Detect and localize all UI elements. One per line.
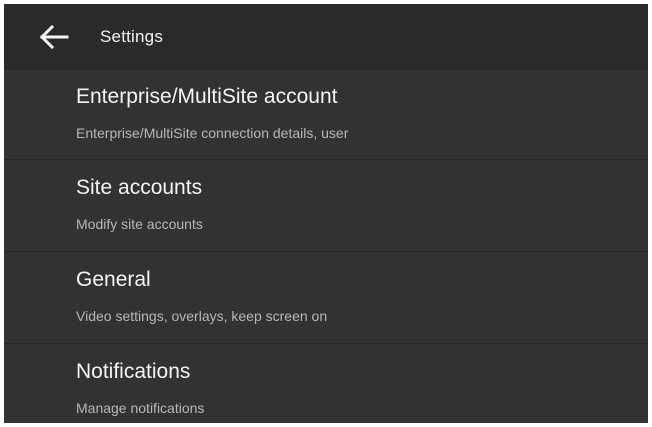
- settings-item-notifications[interactable]: Notifications Manage notifications: [4, 344, 648, 423]
- settings-item-title: Enterprise/MultiSite account: [76, 84, 338, 108]
- settings-item-title: Site accounts: [76, 175, 203, 199]
- app-bar: Settings: [4, 4, 648, 70]
- settings-item-general[interactable]: General Video settings, overlays, keep s…: [4, 252, 648, 344]
- settings-item-subtitle: Manage notifications: [76, 399, 205, 416]
- arrow-left-icon: [39, 24, 69, 50]
- settings-item-title: Notifications: [76, 359, 191, 383]
- settings-item-subtitle: Modify site accounts: [76, 215, 203, 232]
- settings-item-enterprise-account[interactable]: Enterprise/MultiSite account Enterprise/…: [4, 70, 648, 160]
- settings-item-site-accounts[interactable]: Site accounts Modify site accounts: [4, 160, 648, 252]
- back-button[interactable]: [34, 17, 74, 57]
- settings-screen: Settings Enterprise/MultiSite account En…: [4, 4, 648, 423]
- page-title: Settings: [100, 27, 164, 46]
- settings-item-subtitle: Enterprise/MultiSite connection details,…: [76, 124, 349, 141]
- settings-item-subtitle: Video settings, overlays, keep screen on: [76, 307, 328, 324]
- settings-list: Enterprise/MultiSite account Enterprise/…: [4, 70, 648, 423]
- settings-item-title: General: [76, 267, 151, 291]
